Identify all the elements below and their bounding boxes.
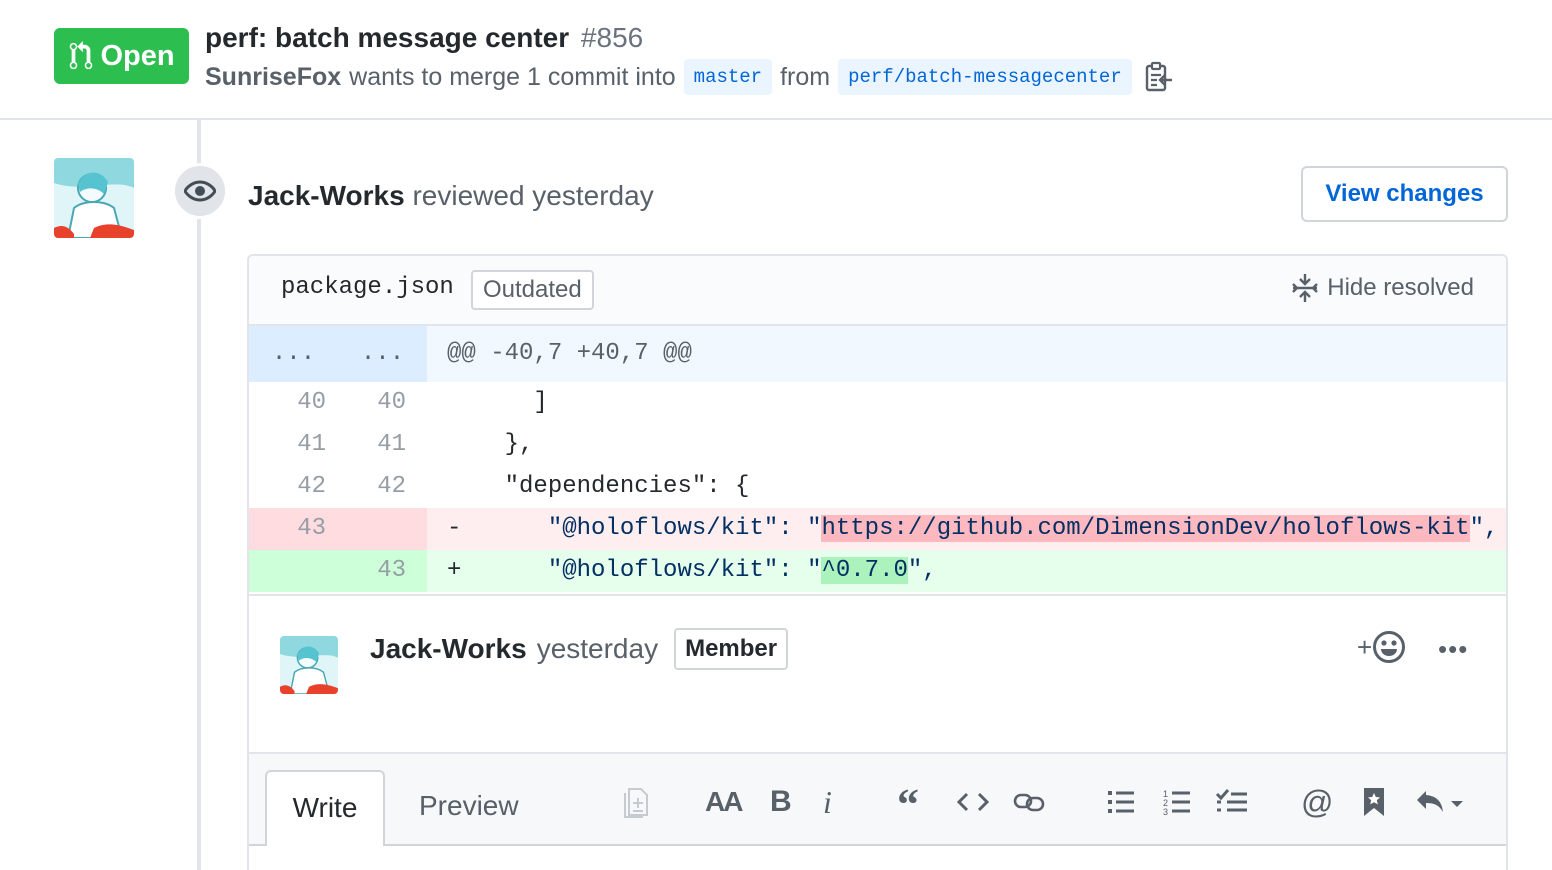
code-icon[interactable] xyxy=(957,782,989,822)
comment-header: Jack-Works yesterday Member xyxy=(370,628,789,670)
new-line-number[interactable]: 40 xyxy=(338,382,427,424)
mention-icon[interactable]: @ xyxy=(1301,782,1333,822)
old-line-number[interactable]: 42 xyxy=(249,466,338,508)
review-eye-badge xyxy=(172,163,228,219)
git-pull-request-icon xyxy=(70,41,93,70)
hunk-header: @@ -40,7 +40,7 @@ xyxy=(447,340,692,367)
pr-title: perf: batch message center #856 xyxy=(205,20,643,56)
reviewer-link[interactable]: Jack-Works xyxy=(248,180,405,211)
file-name[interactable]: package.json xyxy=(281,274,454,301)
diff-code: }, xyxy=(447,431,534,458)
tab-preview[interactable]: Preview xyxy=(419,790,519,822)
head-branch[interactable]: perf/batch-messagecenter xyxy=(838,59,1132,95)
attach-icon[interactable] xyxy=(623,782,651,822)
diff-code: - "@holoflows/kit": "https://github.com/… xyxy=(427,508,1506,550)
review-header: Jack-Works reviewed yesterday xyxy=(248,176,654,216)
diff-marker: - xyxy=(447,515,462,542)
numbered-list-icon[interactable]: 123 xyxy=(1163,782,1191,822)
comment-author-link[interactable]: Jack-Works xyxy=(370,633,527,665)
old-line-number[interactable]: 43 xyxy=(249,508,338,550)
more-options-button[interactable]: ••• xyxy=(1438,634,1468,665)
review-action: reviewed yesterday xyxy=(412,180,654,211)
diff-code-prefix: "@holoflows/kit": " xyxy=(461,557,822,584)
diff-marker: + xyxy=(447,557,462,584)
pr-state-badge: Open xyxy=(54,28,189,84)
diff-row-added: 43 + "@holoflows/kit": "^0.7.0", xyxy=(249,550,1506,592)
new-line-number[interactable]: 43 xyxy=(338,550,427,592)
svg-text:3: 3 xyxy=(1163,807,1168,816)
add-reaction-button[interactable]: + xyxy=(1357,630,1406,664)
quote-icon[interactable]: “ xyxy=(897,780,919,829)
view-changes-button[interactable]: View changes xyxy=(1301,166,1508,222)
diff-code: "dependencies": { xyxy=(447,473,750,500)
pr-meta: SunriseFox wants to merge 1 commit into … xyxy=(205,58,1174,96)
pr-title-text: perf: batch message center xyxy=(205,22,570,53)
reply-composer: Write Preview AA B i “ 123 @ xyxy=(249,752,1506,870)
avatar[interactable] xyxy=(280,636,338,694)
reply-icon[interactable] xyxy=(1414,782,1468,822)
diff-row: 41 41 }, xyxy=(249,424,1506,466)
new-line-number xyxy=(338,508,427,550)
tab-write[interactable]: Write xyxy=(265,770,385,846)
fold-icon xyxy=(1292,274,1319,302)
diff-code-suffix: ", xyxy=(907,557,937,584)
diff-code-suffix: ", xyxy=(1469,515,1499,542)
link-icon[interactable] xyxy=(1013,782,1045,822)
italic-icon[interactable]: i xyxy=(823,782,832,822)
diff-table: ... ... @@ -40,7 +40,7 @@ 40 40 ] 41 41 … xyxy=(249,326,1506,592)
pr-header: Open perf: batch message center #856 Sun… xyxy=(0,0,1552,120)
diff-changed-text: ^0.7.0 xyxy=(821,557,908,584)
plus-label: + xyxy=(1357,631,1373,662)
expand-up-button[interactable]: ... xyxy=(249,326,338,382)
avatar[interactable] xyxy=(54,158,134,238)
clipboard-copy-icon[interactable] xyxy=(1144,61,1174,93)
outdated-label: Outdated xyxy=(471,270,594,310)
diff-code: + "@holoflows/kit": "^0.7.0", xyxy=(427,550,1506,592)
old-line-number[interactable]: 41 xyxy=(249,424,338,466)
pr-from-text: from xyxy=(780,62,831,91)
pr-number: #856 xyxy=(580,22,644,53)
pr-author-link[interactable]: SunriseFox xyxy=(205,63,341,92)
expand-down-button[interactable]: ... xyxy=(338,326,427,382)
text-size-icon[interactable]: AA xyxy=(705,782,743,822)
diff-code: ] xyxy=(447,389,548,416)
diff-row-deleted: 43 - "@holoflows/kit": "https://github.c… xyxy=(249,508,1506,550)
hide-resolved-button[interactable]: Hide resolved xyxy=(1291,272,1474,304)
comment-textarea[interactable] xyxy=(249,846,1506,870)
diff-changed-text: https://github.com/DimensionDev/holoflow… xyxy=(821,515,1470,542)
diff-row: 42 42 "dependencies": { xyxy=(249,466,1506,508)
task-list-icon[interactable] xyxy=(1215,782,1249,822)
saved-reply-icon[interactable] xyxy=(1362,782,1386,822)
old-line-number xyxy=(249,550,338,592)
hide-resolved-label: Hide resolved xyxy=(1327,274,1474,301)
base-branch[interactable]: master xyxy=(683,59,773,95)
member-badge: Member xyxy=(674,628,789,670)
timeline-line xyxy=(197,120,201,870)
file-header: package.json Outdated Hide resolved xyxy=(249,256,1506,326)
old-line-number[interactable]: 40 xyxy=(249,382,338,424)
pr-merge-text: wants to merge 1 commit into xyxy=(349,62,676,91)
pr-state-label: Open xyxy=(100,39,175,72)
bulleted-list-icon[interactable] xyxy=(1107,782,1135,822)
bold-icon[interactable]: B xyxy=(770,782,792,822)
smiley-icon xyxy=(1373,631,1406,663)
review-thread: package.json Outdated Hide resolved ... … xyxy=(247,254,1508,870)
comment-time[interactable]: yesterday xyxy=(537,633,658,665)
new-line-number[interactable]: 41 xyxy=(338,424,427,466)
diff-hunk-row: ... ... @@ -40,7 +40,7 @@ xyxy=(249,326,1506,382)
diff-row: 40 40 ] xyxy=(249,382,1506,424)
review-comment: Jack-Works yesterday Member + ••• xyxy=(249,594,1506,752)
new-line-number[interactable]: 42 xyxy=(338,466,427,508)
eye-icon xyxy=(184,180,216,202)
diff-code-prefix: "@holoflows/kit": " xyxy=(461,515,822,542)
